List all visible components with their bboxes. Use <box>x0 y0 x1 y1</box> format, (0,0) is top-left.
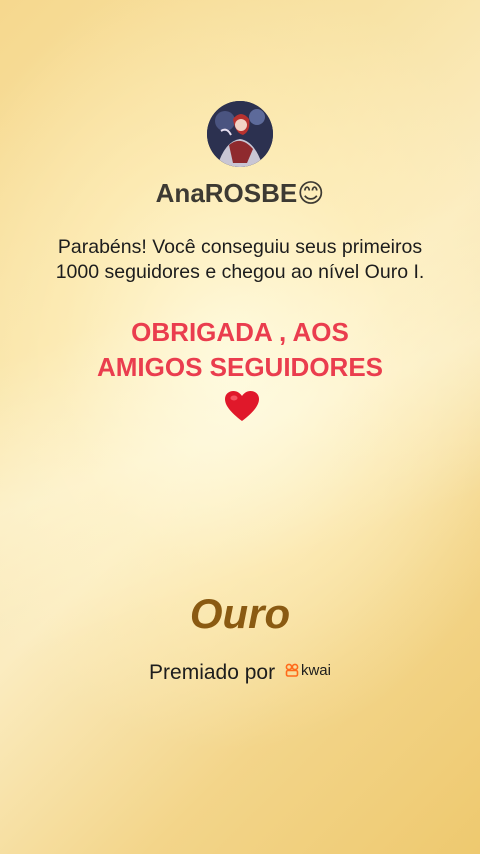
award-line: Premiado por kwai <box>0 661 480 685</box>
kwai-brand[interactable]: kwai <box>285 662 331 679</box>
username: AnaROSBE😊 <box>155 178 325 208</box>
avatar-image <box>207 101 273 167</box>
congrats-message: Parabéns! Você conseguiu seus primeiros … <box>55 236 425 283</box>
thanks-message: OBRIGADA , AOS AMIGOS SEGUIDORES <box>40 315 440 385</box>
thanks-line-1: OBRIGADA , AOS <box>131 317 349 347</box>
red-heart-icon <box>224 390 260 422</box>
thanks-line-2: AMIGOS SEGUIDORES <box>96 352 384 382</box>
level-title: Ouro <box>189 590 291 637</box>
kwai-brand-label: kwai <box>300 661 331 679</box>
kwai-logo-icon <box>285 663 299 677</box>
profile-avatar[interactable] <box>207 101 273 167</box>
award-prefix: Premiado por <box>149 661 276 684</box>
